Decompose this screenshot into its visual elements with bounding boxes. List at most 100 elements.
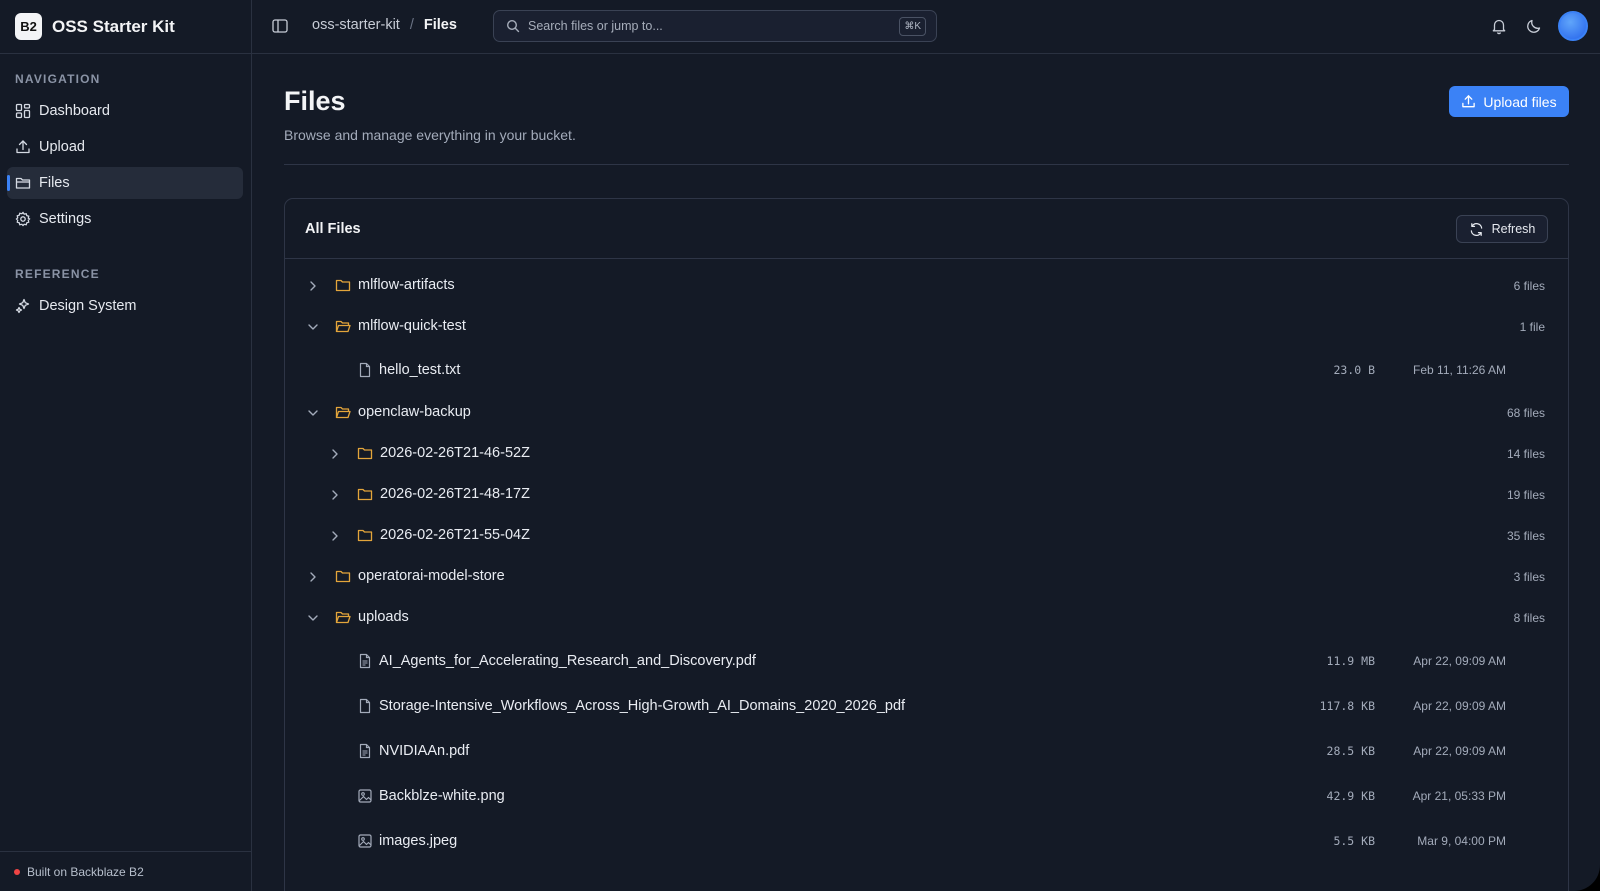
brand[interactable]: B2 OSS Starter Kit <box>0 0 251 54</box>
chevron-right-icon[interactable] <box>328 529 342 543</box>
file-date: Apr 22, 09:09 AM <box>1413 654 1506 668</box>
file-name[interactable]: NVIDIAAn.pdf <box>379 743 469 759</box>
search-icon <box>506 19 520 33</box>
folder-row[interactable]: mlflow-artifacts 6 files <box>285 266 1568 306</box>
file-row[interactable]: AI_Agents_for_Accelerating_Research_and_… <box>285 639 1568 684</box>
refresh-label: Refresh <box>1491 222 1536 236</box>
sidebar: B2 OSS Starter Kit NAVIGATION Dashboard … <box>0 0 252 891</box>
folder-row[interactable]: operatorai-model-store 3 files <box>285 557 1568 597</box>
card-title: All Files <box>305 221 361 237</box>
folder-name[interactable]: mlflow-artifacts <box>358 277 455 293</box>
file-size: 5.5 KB <box>1333 834 1375 848</box>
file-row[interactable]: Storage-Intensive_Workflows_Across_High-… <box>285 684 1568 729</box>
file-date: Apr 22, 09:09 AM <box>1413 744 1506 758</box>
sidebar-item-settings[interactable]: Settings <box>7 203 243 235</box>
brand-logo: B2 <box>15 13 42 40</box>
folder-row[interactable]: uploads 8 files <box>285 598 1568 638</box>
dashboard-icon <box>15 103 31 119</box>
chevron-right-icon[interactable] <box>306 570 320 584</box>
file-icon <box>359 362 371 378</box>
folder-name[interactable]: 2026-02-26T21-48-17Z <box>380 486 530 502</box>
file-size: 117.8 KB <box>1319 699 1375 713</box>
upload-files-label: Upload files <box>1483 93 1557 110</box>
file-size: 28.5 KB <box>1326 744 1375 758</box>
folder-icon <box>335 279 351 292</box>
file-row[interactable]: images.jpeg 5.5 KB Mar 9, 04:00 PM <box>285 819 1568 864</box>
sidebar-item-label: Design System <box>39 298 137 314</box>
sidebar-item-design-system[interactable]: Design System <box>7 290 243 322</box>
search-box[interactable]: ⌘K <box>493 10 937 42</box>
chevron-right-icon[interactable] <box>306 279 320 293</box>
file-name[interactable]: images.jpeg <box>379 833 457 849</box>
folder-row[interactable]: 2026-02-26T21-55-04Z 35 files <box>285 516 1568 556</box>
chevron-right-icon[interactable] <box>328 488 342 502</box>
folder-row[interactable]: openclaw-backup 68 files <box>285 393 1568 433</box>
folder-open-icon <box>335 320 351 333</box>
file-name[interactable]: AI_Agents_for_Accelerating_Research_and_… <box>379 653 756 669</box>
folder-icon <box>357 488 373 501</box>
upload-files-button[interactable]: Upload files <box>1449 86 1569 117</box>
chevron-down-icon[interactable] <box>306 611 320 625</box>
file-name[interactable]: hello_test.txt <box>379 362 460 378</box>
card-header: All Files Refresh <box>285 199 1568 259</box>
folder-icon <box>357 447 373 460</box>
files-card: All Files Refresh mlflow-artifacts 6 file… <box>284 198 1569 891</box>
bell-icon[interactable] <box>1490 17 1508 35</box>
file-row[interactable]: hello_test.txt 23.0 B Feb 11, 11:26 AM <box>285 348 1568 393</box>
sidebar-item-label: Dashboard <box>39 103 110 119</box>
chevron-right-icon[interactable] <box>328 447 342 461</box>
file-count: 3 files <box>1513 570 1545 584</box>
breadcrumb-separator: / <box>409 17 414 33</box>
avatar[interactable] <box>1558 11 1588 41</box>
gear-icon <box>15 211 31 227</box>
sidebar-item-upload[interactable]: Upload <box>7 131 243 163</box>
file-date: Apr 22, 09:09 AM <box>1413 699 1506 713</box>
breadcrumb-root[interactable]: oss-starter-kit <box>312 17 400 33</box>
folder-icon <box>15 177 31 189</box>
chevron-down-icon[interactable] <box>306 320 320 334</box>
file-row[interactable]: Backblze-white.png 42.9 KB Apr 21, 05:33 P… <box>285 774 1568 819</box>
brand-name: OSS Starter Kit <box>52 16 175 36</box>
sidebar-toggle-icon[interactable] <box>271 17 289 35</box>
folder-open-icon <box>335 611 351 624</box>
file-row[interactable]: NVIDIAAn.pdf 28.5 KB Apr 22, 09:09 AM <box>285 729 1568 774</box>
folder-name[interactable]: 2026-02-26T21-55-04Z <box>380 527 530 543</box>
footer-text: Built on Backblaze B2 <box>27 864 144 879</box>
sidebar-item-label: Upload <box>39 139 85 155</box>
file-count: 14 files <box>1506 447 1545 461</box>
refresh-button[interactable]: Refresh <box>1456 215 1548 243</box>
folder-row[interactable]: 2026-02-26T21-48-17Z 19 files <box>285 475 1568 515</box>
file-name[interactable]: Backblze-white.png <box>379 788 505 804</box>
sparkles-icon <box>15 298 30 314</box>
folder-name[interactable]: openclaw-backup <box>358 404 471 420</box>
breadcrumb: oss-starter-kit / Files <box>312 17 457 33</box>
folder-icon <box>357 529 373 542</box>
folder-name[interactable]: operatorai-model-store <box>358 568 505 584</box>
file-name[interactable]: Storage-Intensive_Workflows_Across_High-… <box>379 698 905 714</box>
page-subtitle: Browse and manage everything in your buc… <box>284 127 576 143</box>
chevron-down-icon[interactable] <box>306 406 320 420</box>
file-size: 42.9 KB <box>1326 789 1375 803</box>
app-window: B2 OSS Starter Kit NAVIGATION Dashboard … <box>0 0 1600 891</box>
sidebar-footer: Built on Backblaze B2 <box>0 851 251 891</box>
file-count: 19 files <box>1506 488 1545 502</box>
file-date: Mar 9, 04:00 PM <box>1417 834 1506 848</box>
file-icon <box>359 698 371 714</box>
refresh-icon <box>1470 222 1482 236</box>
sidebar-item-label: Settings <box>39 211 92 227</box>
folder-name[interactable]: 2026-02-26T21-46-52Z <box>380 445 530 461</box>
image-icon <box>358 834 372 848</box>
folder-name[interactable]: mlflow-quick-test <box>358 318 466 334</box>
file-count: 1 file <box>1519 320 1545 334</box>
upload-icon <box>16 140 30 154</box>
folder-row[interactable]: mlflow-quick-test 1 file <box>285 307 1568 347</box>
search-input[interactable] <box>528 19 888 33</box>
moon-icon[interactable] <box>1525 17 1543 35</box>
folder-row[interactable]: 2026-02-26T21-46-52Z 14 files <box>285 434 1568 474</box>
folder-name[interactable]: uploads <box>358 609 409 625</box>
upload-icon <box>1462 95 1476 108</box>
file-count: 35 files <box>1506 529 1545 543</box>
sidebar-item-files[interactable]: Files <box>7 167 243 199</box>
breadcrumb-current: Files <box>423 17 457 33</box>
sidebar-item-dashboard[interactable]: Dashboard <box>7 95 243 127</box>
